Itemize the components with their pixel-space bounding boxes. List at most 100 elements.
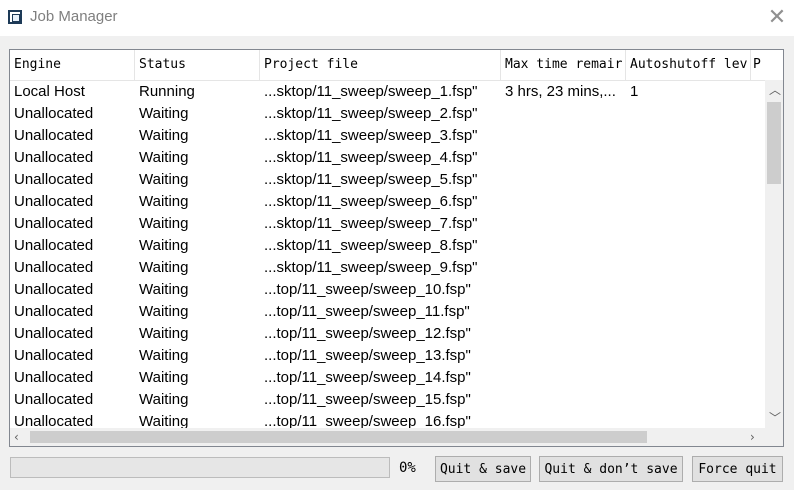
- project-file-cell: ...top/11_sweep/sweep_14.fsp": [264, 369, 471, 386]
- table-row[interactable]: Unallocated Waiting ...sktop/11_sweep/swee…: [10, 103, 751, 125]
- quit-dont-save-button[interactable]: Quit & don’t save: [539, 456, 683, 482]
- status-cell: Waiting: [139, 237, 189, 254]
- engine-cell: Unallocated: [14, 391, 94, 408]
- max-time-cell: [501, 147, 626, 169]
- max-time-cell: [501, 279, 626, 301]
- column-header-status[interactable]: Status: [135, 50, 260, 80]
- status-cell: Waiting: [139, 171, 189, 188]
- table-row[interactable]: Unallocated Waiting ...sktop/11_sweep/swee…: [10, 213, 751, 235]
- progress-bar: [10, 457, 390, 478]
- autoshutoff-cell: [626, 345, 751, 367]
- status-cell: Running: [139, 83, 195, 100]
- status-cell: Waiting: [139, 413, 189, 428]
- project-file-cell: ...sktop/11_sweep/sweep_2.fsp": [264, 105, 478, 122]
- max-time-cell: [501, 323, 626, 345]
- table-row[interactable]: Unallocated Waiting ...sktop/11_sweep/swee…: [10, 257, 751, 279]
- max-time-cell: [501, 169, 626, 191]
- chevron-up-icon[interactable]: ︿: [769, 84, 781, 96]
- window-title: Job Manager: [30, 8, 118, 25]
- engine-cell: Unallocated: [14, 369, 94, 386]
- project-file-cell: ...sktop/11_sweep/sweep_4.fsp": [264, 149, 478, 166]
- project-file-cell: ...top/11_sweep/sweep_12.fsp": [264, 325, 471, 342]
- project-file-cell: ...top/11_sweep/sweep_16.fsp": [264, 413, 471, 428]
- table-body: Local Host Running ...sktop/11_sweep/sweep…: [10, 81, 751, 428]
- vertical-scrollbar[interactable]: ︿ ﹀: [765, 80, 783, 428]
- table-row[interactable]: Unallocated Waiting ...sktop/11_sweep/swee…: [10, 125, 751, 147]
- vertical-scroll-thumb[interactable]: [767, 102, 781, 184]
- engine-cell: Unallocated: [14, 325, 94, 342]
- status-cell: Waiting: [139, 193, 189, 210]
- engine-cell: Unallocated: [14, 303, 94, 320]
- project-file-cell: ...sktop/11_sweep/sweep_1.fsp": [264, 83, 478, 100]
- project-file-cell: ...sktop/11_sweep/sweep_8.fsp": [264, 237, 478, 254]
- max-time-cell: [501, 257, 626, 279]
- max-time-cell: [501, 389, 626, 411]
- scroll-corner: [765, 428, 783, 446]
- table-row[interactable]: Unallocated Waiting ...sktop/11_sweep/swee…: [10, 191, 751, 213]
- quit-and-save-button[interactable]: Quit & save: [435, 456, 531, 482]
- table-row[interactable]: Unallocated Waiting ...top/11_sweep/sweep_…: [10, 411, 751, 428]
- table-row[interactable]: Local Host Running ...sktop/11_sweep/sweep…: [10, 81, 751, 103]
- table-row[interactable]: Unallocated Waiting ...top/11_sweep/sweep_…: [10, 367, 751, 389]
- autoshutoff-cell: [626, 279, 751, 301]
- horizontal-scroll-thumb[interactable]: [30, 431, 647, 443]
- table-row[interactable]: Unallocated Waiting ...sktop/11_sweep/swee…: [10, 147, 751, 169]
- project-file-cell: ...top/11_sweep/sweep_11.fsp": [264, 303, 470, 320]
- project-file-cell: ...top/11_sweep/sweep_13.fsp": [264, 347, 471, 364]
- autoshutoff-cell: [626, 257, 751, 279]
- project-file-cell: ...sktop/11_sweep/sweep_5.fsp": [264, 171, 478, 188]
- column-header-project-file[interactable]: Project file: [260, 50, 501, 80]
- status-cell: Waiting: [139, 215, 189, 232]
- max-time-cell: [501, 301, 626, 323]
- column-header-p[interactable]: P: [751, 50, 765, 80]
- autoshutoff-cell: [626, 191, 751, 213]
- app-window-icon: [8, 10, 22, 24]
- autoshutoff-cell: [626, 213, 751, 235]
- column-header-engine[interactable]: Engine: [10, 50, 135, 80]
- max-time-cell: [501, 411, 626, 428]
- table-row[interactable]: Unallocated Waiting ...sktop/11_sweep/swee…: [10, 235, 751, 257]
- chevron-down-icon[interactable]: ﹀: [769, 412, 781, 424]
- table-row[interactable]: Unallocated Waiting ...top/11_sweep/sweep_…: [10, 389, 751, 411]
- status-cell: Waiting: [139, 369, 189, 386]
- engine-cell: Unallocated: [14, 347, 94, 364]
- autoshutoff-cell: [626, 389, 751, 411]
- progress-percent: 0%: [399, 460, 416, 476]
- table-row[interactable]: Unallocated Waiting ...sktop/11_sweep/swee…: [10, 169, 751, 191]
- engine-cell: Unallocated: [14, 149, 94, 166]
- project-file-cell: ...sktop/11_sweep/sweep_6.fsp": [264, 193, 478, 210]
- table-row[interactable]: Unallocated Waiting ...top/11_sweep/sweep_…: [10, 279, 751, 301]
- column-header-autoshutoff[interactable]: Autoshutoff lev: [626, 50, 751, 80]
- engine-cell: Unallocated: [14, 193, 94, 210]
- table-row[interactable]: Unallocated Waiting ...top/11_sweep/sweep_…: [10, 301, 751, 323]
- engine-cell: Unallocated: [14, 105, 94, 122]
- close-button[interactable]: ✕: [760, 0, 794, 34]
- max-time-cell: [501, 125, 626, 147]
- table-header: Engine Status Project file Max time rema…: [10, 50, 783, 81]
- force-quit-button[interactable]: Force quit: [692, 456, 783, 482]
- chevron-right-icon[interactable]: ›: [750, 431, 755, 443]
- column-header-max-time[interactable]: Max time remair: [501, 50, 626, 80]
- status-cell: Waiting: [139, 259, 189, 276]
- max-time-cell: 3 hrs, 23 mins,...: [505, 83, 616, 100]
- max-time-cell: [501, 367, 626, 389]
- table-row[interactable]: Unallocated Waiting ...top/11_sweep/sweep_…: [10, 323, 751, 345]
- engine-cell: Unallocated: [14, 127, 94, 144]
- status-cell: Waiting: [139, 127, 189, 144]
- max-time-cell: [501, 191, 626, 213]
- status-cell: Waiting: [139, 105, 189, 122]
- autoshutoff-cell: [626, 367, 751, 389]
- autoshutoff-cell: 1: [630, 83, 639, 100]
- project-file-cell: ...top/11_sweep/sweep_10.fsp": [264, 281, 471, 298]
- autoshutoff-cell: [626, 411, 751, 428]
- autoshutoff-cell: [626, 147, 751, 169]
- project-file-cell: ...sktop/11_sweep/sweep_9.fsp": [264, 259, 478, 276]
- engine-cell: Local Host: [14, 83, 85, 100]
- chevron-left-icon[interactable]: ‹: [14, 431, 19, 443]
- status-cell: Waiting: [139, 391, 189, 408]
- status-cell: Waiting: [139, 347, 189, 364]
- close-icon: ✕: [767, 4, 787, 30]
- autoshutoff-cell: [626, 323, 751, 345]
- table-row[interactable]: Unallocated Waiting ...top/11_sweep/sweep_…: [10, 345, 751, 367]
- horizontal-scrollbar[interactable]: ‹ ›: [10, 428, 765, 446]
